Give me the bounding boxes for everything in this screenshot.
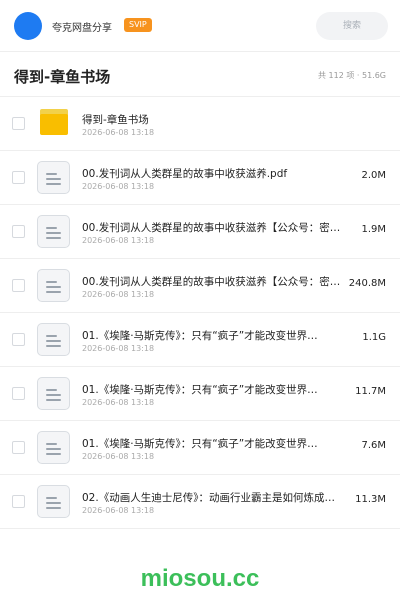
document-icon bbox=[37, 485, 70, 518]
file-size: 7.6M bbox=[361, 440, 386, 451]
file-size: 1.9M bbox=[361, 224, 386, 235]
search-input[interactable]: 搜索 bbox=[316, 12, 388, 40]
svip-badge: SVIP bbox=[124, 18, 152, 32]
row-checkbox[interactable] bbox=[12, 171, 25, 184]
top-header: 夸克网盘分享 SVIP 搜索 bbox=[0, 0, 400, 52]
file-date: 2026-06-08 13:18 bbox=[82, 452, 155, 461]
file-size: 2.0M bbox=[361, 170, 386, 181]
document-icon bbox=[37, 161, 70, 194]
file-size: 240.8M bbox=[348, 278, 386, 289]
file-date: 2026-06-08 13:18 bbox=[82, 236, 155, 245]
file-name: 01.《埃隆·马斯克传》：只有“疯子”才能改变世界… bbox=[82, 384, 318, 396]
row-checkbox[interactable] bbox=[12, 333, 25, 346]
row-checkbox[interactable] bbox=[12, 117, 25, 130]
row-checkbox[interactable] bbox=[12, 387, 25, 400]
file-row[interactable]: 01.《埃隆·马斯克传》：只有“疯子”才能改变世界… 2026-06-08 13… bbox=[0, 367, 400, 421]
file-name: 00.发刊词从人类群星的故事中收获滋养.pdf bbox=[82, 168, 288, 180]
site-watermark: miosou.cc bbox=[140, 565, 260, 592]
file-name: 01.《埃隆·马斯克传》：只有“疯子”才能改变世界… bbox=[82, 330, 318, 342]
file-row[interactable]: 01.《埃隆·马斯克传》：只有“疯子”才能改变世界… 2026-06-08 13… bbox=[0, 421, 400, 475]
row-checkbox[interactable] bbox=[12, 225, 25, 238]
share-username: 夸克网盘分享 bbox=[52, 23, 112, 34]
item-count-stats: 共 112 项 · 51.6G bbox=[318, 71, 386, 80]
file-name: 00.发刊词从人类群星的故事中收获滋养【公众号：密… bbox=[82, 222, 341, 234]
folder-title-bar: 得到-章鱼书场 共 112 项 · 51.6G bbox=[0, 52, 400, 97]
row-checkbox[interactable] bbox=[12, 495, 25, 508]
file-size: 11.3M bbox=[355, 494, 386, 505]
document-icon bbox=[37, 269, 70, 302]
file-row[interactable]: 01.《埃隆·马斯克传》：只有“疯子”才能改变世界… 2026-06-08 13… bbox=[0, 313, 400, 367]
file-name: 01.《埃隆·马斯克传》：只有“疯子”才能改变世界… bbox=[82, 438, 318, 450]
document-icon bbox=[37, 215, 70, 248]
file-name: 得到-章鱼书场 bbox=[82, 114, 149, 126]
file-date: 2026-06-08 13:18 bbox=[82, 128, 155, 137]
file-name: 02.《动画人生迪士尼传》：动画行业霸主是如何炼成… bbox=[82, 492, 335, 504]
avatar[interactable] bbox=[14, 12, 42, 40]
file-list: 得到-章鱼书场 2026-06-08 13:18 00.发刊词从人类群星的故事中… bbox=[0, 97, 400, 529]
file-row[interactable]: 得到-章鱼书场 2026-06-08 13:18 bbox=[0, 97, 400, 151]
document-icon bbox=[37, 323, 70, 356]
file-date: 2026-06-08 13:18 bbox=[82, 182, 155, 191]
document-icon bbox=[37, 431, 70, 464]
file-size: 11.7M bbox=[355, 386, 386, 397]
file-name: 00.发刊词从人类群星的故事中收获滋养【公众号：密… bbox=[82, 276, 341, 288]
file-row[interactable]: 02.《动画人生迪士尼传》：动画行业霸主是如何炼成… 2026-06-08 13… bbox=[0, 475, 400, 529]
page-title: 得到-章鱼书场 bbox=[14, 68, 111, 86]
folder-icon bbox=[40, 109, 68, 135]
document-icon bbox=[37, 377, 70, 410]
file-row[interactable]: 00.发刊词从人类群星的故事中收获滋养.pdf 2026-06-08 13:18… bbox=[0, 151, 400, 205]
file-size: 1.1G bbox=[362, 332, 386, 343]
file-row[interactable]: 00.发刊词从人类群星的故事中收获滋养【公众号：密… 2026-06-08 13… bbox=[0, 259, 400, 313]
file-row[interactable]: 00.发刊词从人类群星的故事中收获滋养【公众号：密… 2026-06-08 13… bbox=[0, 205, 400, 259]
file-date: 2026-06-08 13:18 bbox=[82, 290, 155, 299]
file-date: 2026-06-08 13:18 bbox=[82, 506, 155, 515]
row-checkbox[interactable] bbox=[12, 279, 25, 292]
file-date: 2026-06-08 13:18 bbox=[82, 398, 155, 407]
file-date: 2026-06-08 13:18 bbox=[82, 344, 155, 353]
row-checkbox[interactable] bbox=[12, 441, 25, 454]
